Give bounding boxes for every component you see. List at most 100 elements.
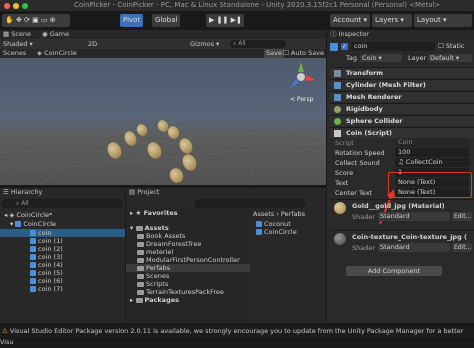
component-mesh-filter[interactable]: Cylinder (Mesh Filter) — [330, 79, 474, 90]
orientation-gizmo[interactable] — [284, 60, 318, 94]
object-name-field[interactable]: coin — [351, 42, 435, 51]
folder-item[interactable]: Scripts — [137, 280, 168, 288]
field-collect-sound: Collect Sound ♫ CollectCoin — [335, 158, 474, 168]
hierarchy-item[interactable]: coin (3) — [30, 253, 63, 261]
transform-icon — [334, 70, 341, 77]
autosave-toggle[interactable]: ☐ Auto Save — [283, 49, 324, 58]
component-mesh-renderer[interactable]: Mesh Renderer — [330, 91, 474, 102]
assets-folder[interactable]: ▾ Assets — [130, 224, 169, 232]
scene-toolbar: Shaded ▾ 2D Gizmos ▾ ⌕ All — [0, 39, 326, 49]
tag-label: Tag — [346, 54, 358, 62]
scene-viewport[interactable]: < Persp — [0, 58, 326, 185]
mesh-filter-icon — [334, 82, 341, 89]
packages-folder[interactable]: ▸ Packages — [130, 296, 179, 304]
minimize-window-button[interactable] — [13, 3, 19, 9]
play-controls[interactable]: ▶ ❚❚ ▶❚ — [206, 14, 244, 27]
folder-item[interactable]: Scenes — [137, 272, 169, 280]
component-rigidbody[interactable]: Rigidbody — [330, 103, 474, 114]
layer-dropdown[interactable]: Default ▾ — [428, 54, 472, 62]
object-header: ✓ coin ☐ Static — [330, 41, 474, 52]
layout-dropdown[interactable]: Layout ▾ — [414, 14, 472, 27]
window-title: CoinPicker - CoinPicker - PC, Mac & Linu… — [74, 1, 441, 9]
field-rotation-speed: Rotation Speed 100 — [335, 148, 474, 158]
tab-project[interactable]: ▤ Project — [129, 188, 159, 197]
hierarchy-tab-bar: ☰ Hierarchy — [0, 188, 125, 197]
breadcrumb-scenes[interactable]: Scenes — [3, 49, 26, 58]
transform-tools[interactable]: ✋ ✥ ⟳ ▣ ▭ ⊕ — [2, 14, 70, 27]
favorites-section[interactable]: ▸ ★ Favorites — [130, 209, 178, 217]
object-cube-icon — [330, 43, 338, 51]
component-coin-script[interactable]: Coin (Script) — [330, 127, 474, 138]
hierarchy-scene[interactable]: ◂ ◈ CoinCircle* — [4, 211, 52, 219]
edit-shader-button[interactable]: Edit... — [452, 243, 472, 252]
rotation-speed-input[interactable]: 100 — [395, 148, 469, 157]
shader-dropdown[interactable]: Standard — [378, 212, 450, 221]
hierarchy-item[interactable]: coin (1) — [30, 237, 63, 245]
folder-item[interactable]: Book Assets — [137, 232, 185, 240]
hierarchy-item[interactable]: coin (6) — [30, 277, 63, 285]
folder-item[interactable]: TerrainTexturesPackFree — [137, 288, 224, 296]
close-window-button[interactable] — [4, 3, 10, 9]
tag-dropdown[interactable]: Coin ▾ — [360, 54, 402, 62]
collect-sound-input[interactable]: ♫ CollectCoin — [395, 158, 469, 167]
folder-item[interactable]: ModularFirstPersonController — [137, 256, 240, 264]
add-component-button[interactable]: Add Component — [346, 266, 442, 276]
layers-dropdown[interactable]: Layers ▾ — [372, 14, 412, 27]
edit-shader-button[interactable]: Edit... — [452, 212, 472, 221]
rigidbody-icon — [334, 106, 341, 113]
material-coin-texture[interactable]: Coin-texture_Coin-texture_jpg ( Shader S… — [330, 230, 474, 260]
main-toolbar: ✋ ✥ ⟳ ▣ ▭ ⊕ Pivot Global ▶ ❚❚ ▶❚ Account… — [0, 11, 474, 30]
hierarchy-item[interactable]: coin (4) — [30, 261, 63, 269]
scene-breadcrumb: Scenes ◈ CoinCircle Save ☐ Auto Save — [0, 49, 326, 58]
tab-scene[interactable]: ▦ Scene — [3, 30, 31, 39]
project-file[interactable]: CoinCircle — [256, 228, 297, 236]
scene-search-input[interactable]: ⌕ All — [230, 40, 286, 48]
component-transform[interactable]: Transform — [330, 67, 474, 78]
sphere-collider-icon — [334, 118, 341, 125]
2d-toggle[interactable]: 2D — [88, 40, 97, 49]
component-sphere-collider[interactable]: Sphere Collider — [330, 115, 474, 126]
active-checkbox[interactable]: ✓ — [341, 43, 348, 50]
account-dropdown[interactable]: Account ▾ — [330, 14, 370, 27]
hierarchy-item[interactable]: coin (5) — [30, 269, 63, 277]
breadcrumb-coincircle[interactable]: ◈ CoinCircle — [37, 49, 77, 58]
material-preview-icon — [334, 202, 346, 214]
scene-tabs: ▦ Scene ◉ Game — [0, 30, 326, 39]
folder-item-selected[interactable]: Perfabs — [126, 264, 250, 272]
layer-label: Layer — [408, 54, 427, 62]
hierarchy-item[interactable]: coin (7) — [30, 285, 63, 293]
folder-item[interactable]: meteriel — [137, 248, 173, 256]
tag-layer-row: Tag Coin ▾ Layer Default ▾ — [330, 53, 474, 63]
warning-icon: ⚠ — [2, 327, 8, 335]
tab-game[interactable]: ◉ Game — [42, 30, 69, 39]
pivot-toggle[interactable]: Pivot — [120, 14, 144, 27]
project-tab-bar: ▤ Project — [126, 188, 326, 197]
hierarchy-item-coin[interactable]: coin — [0, 229, 125, 237]
project-breadcrumb[interactable]: Assets › Perfabs — [253, 210, 305, 218]
persp-label[interactable]: < Persp — [290, 96, 313, 103]
maximize-window-button[interactable] — [22, 3, 28, 9]
shader-dropdown[interactable]: Standard — [378, 243, 450, 252]
title-bar: CoinPicker - CoinPicker - PC, Mac & Linu… — [0, 0, 474, 11]
script-icon — [334, 130, 341, 137]
static-toggle[interactable]: ☐ Static — [438, 42, 465, 51]
folder-item[interactable]: DreamForestTree — [137, 240, 201, 248]
global-toggle[interactable]: Global — [152, 14, 181, 27]
status-bar[interactable]: ⚠ Visual Studio Editor Package version 2… — [0, 326, 474, 346]
save-button[interactable]: Save — [264, 49, 284, 58]
mesh-renderer-icon — [334, 94, 341, 101]
tab-inspector[interactable]: ⓘ Inspector — [330, 30, 369, 39]
hierarchy-root[interactable]: ▾ CoinCircle — [10, 220, 56, 228]
material-gold[interactable]: Gold__gold_jpg (Material) Shader Standar… — [330, 199, 474, 229]
hierarchy-item[interactable]: coin (2) — [30, 245, 63, 253]
gizmos-dropdown[interactable]: Gizmos ▾ — [190, 40, 219, 49]
tab-hierarchy[interactable]: ☰ Hierarchy — [3, 188, 42, 197]
hierarchy-search-input[interactable]: ⌕ All — [2, 199, 123, 208]
inspector-tab-bar: ⓘ Inspector — [327, 30, 474, 39]
material-preview-icon — [334, 233, 346, 245]
highlight-box — [388, 172, 472, 198]
shading-dropdown[interactable]: Shaded ▾ — [3, 40, 33, 49]
field-script: Script Coin — [335, 138, 474, 148]
project-file[interactable]: Coconut — [256, 220, 291, 228]
project-search-input[interactable] — [195, 199, 305, 208]
